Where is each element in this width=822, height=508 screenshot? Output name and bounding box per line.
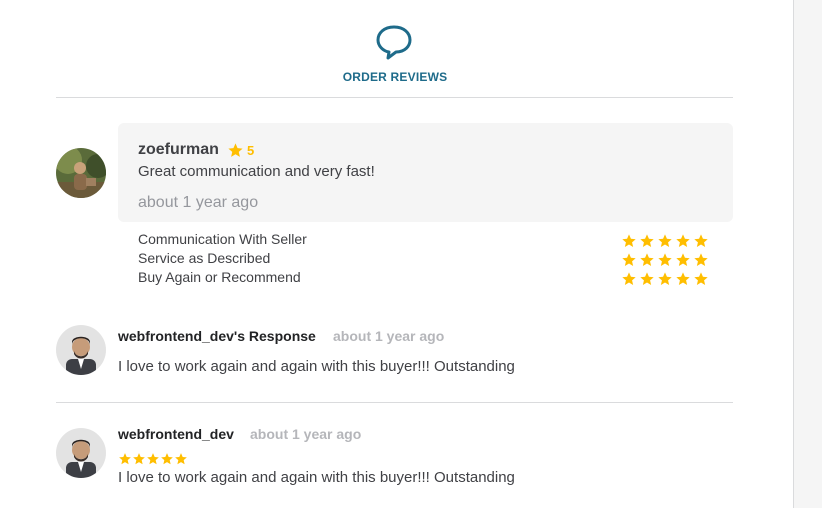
- star-icon: [147, 453, 159, 465]
- buyer-avatar[interactable]: [56, 148, 106, 198]
- star-icon: [640, 272, 654, 285]
- star-icon: [694, 253, 708, 266]
- seller-review-time: about 1 year ago: [250, 426, 362, 442]
- response-time: about 1 year ago: [333, 328, 445, 344]
- header-divider: [56, 97, 733, 98]
- star-icon: [676, 234, 690, 247]
- review-text: Great communication and very fast!: [138, 163, 375, 180]
- response-divider: [56, 402, 733, 403]
- rating-value: 5: [247, 143, 255, 158]
- star-icon: [658, 272, 672, 285]
- category-stars: [621, 271, 709, 287]
- star-icon: [640, 234, 654, 247]
- review-time: about 1 year ago: [138, 194, 259, 211]
- category-label: Buy Again or Recommend: [138, 269, 301, 285]
- category-label: Service as Described: [138, 250, 271, 266]
- order-reviews-panel: ORDER REVIEWS zoefurman 5 Great communic…: [0, 0, 794, 508]
- star-icon: [658, 234, 672, 247]
- category-label: Communication With Seller: [138, 231, 307, 247]
- seller-review-author[interactable]: webfrontend_dev: [118, 426, 234, 442]
- star-icon: [622, 272, 636, 285]
- star-icon: [676, 253, 690, 266]
- star-icon: [694, 272, 708, 285]
- seller-review-text: I love to work again and again with this…: [118, 469, 515, 486]
- star-icon: [161, 453, 173, 465]
- seller-avatar[interactable]: [56, 325, 106, 375]
- reviewer-username[interactable]: zoefurman: [138, 141, 219, 159]
- chat-bubble-icon: [376, 25, 412, 60]
- star-icon: [228, 143, 243, 157]
- star-icon: [622, 253, 636, 266]
- category-stars: [621, 233, 709, 249]
- star-icon: [119, 453, 131, 465]
- seller-review-stars: [118, 452, 188, 466]
- star-icon: [622, 234, 636, 247]
- response-text: I love to work again and again with this…: [118, 358, 515, 375]
- star-icon: [133, 453, 145, 465]
- star-icon: [658, 253, 672, 266]
- star-icon: [175, 453, 187, 465]
- star-icon: [676, 272, 690, 285]
- category-stars: [621, 252, 709, 268]
- section-title: ORDER REVIEWS: [342, 70, 448, 84]
- seller-avatar[interactable]: [56, 428, 106, 478]
- page-background: [794, 0, 822, 508]
- star-icon: [694, 234, 708, 247]
- star-icon: [640, 253, 654, 266]
- response-author[interactable]: webfrontend_dev's Response: [118, 328, 316, 344]
